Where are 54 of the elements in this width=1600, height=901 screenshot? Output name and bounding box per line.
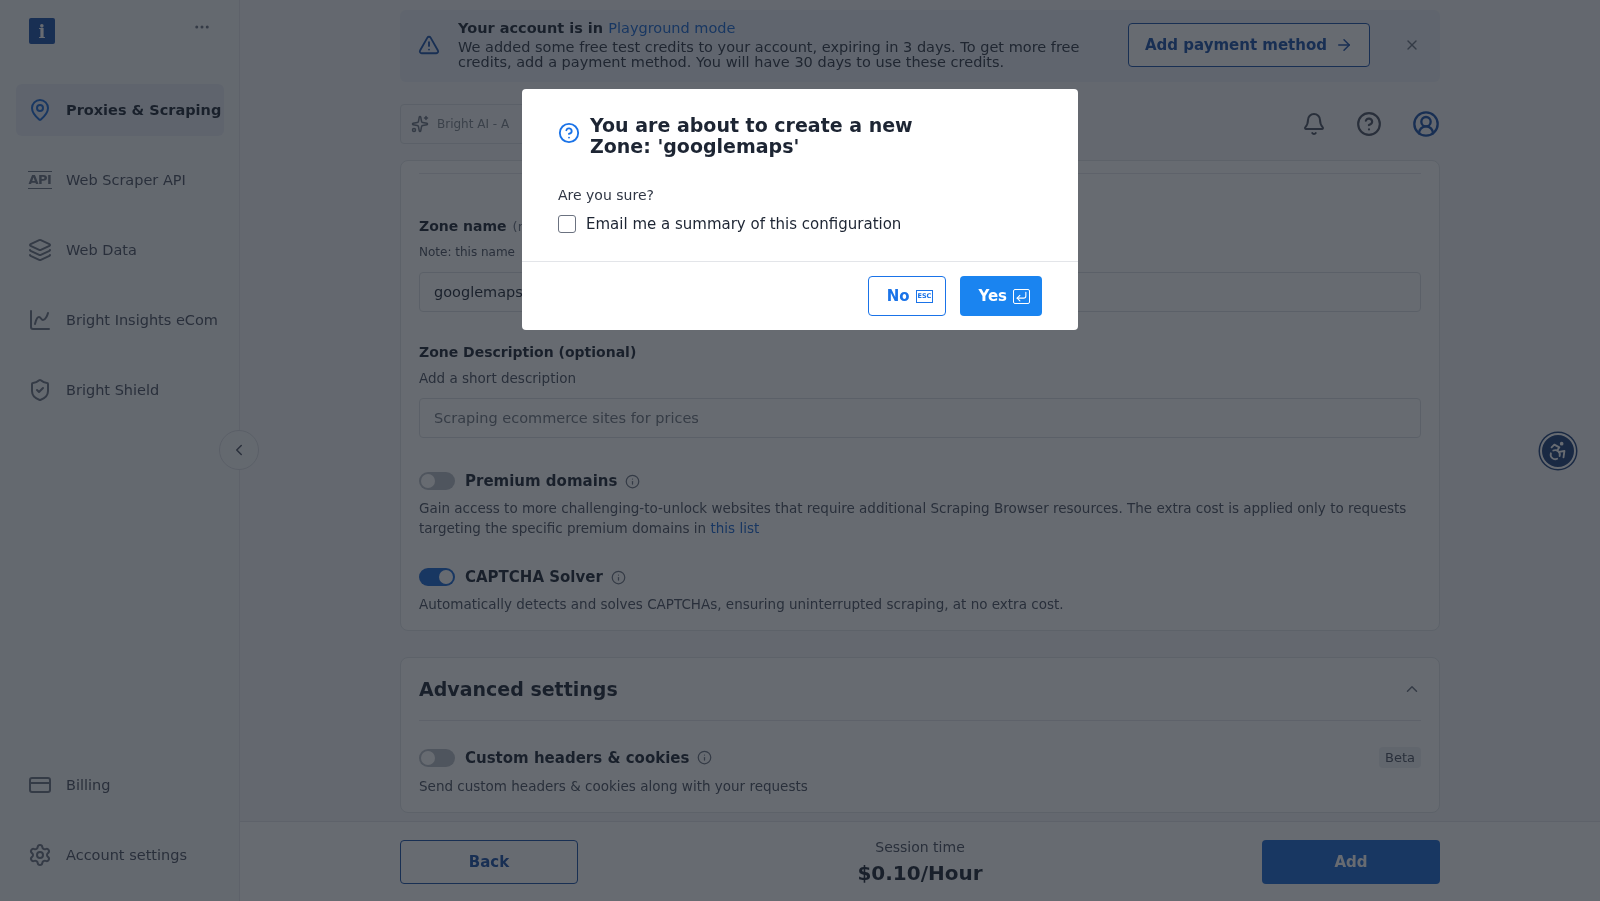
section-title: Advanced settings [419,678,618,700]
dialog-question: Are you sure? [558,187,655,203]
field-note: Note: this name [419,244,516,261]
toggle-label: CAPTCHA Solver [465,568,603,586]
settings-icon [28,843,52,867]
sidebar-item[interactable]: Billing [16,759,223,811]
this-list-link[interactable]: this list [710,520,760,536]
shield-icon [28,378,52,402]
info-icon[interactable] [697,750,713,765]
session-price: $0.10/Hour [857,860,983,885]
map-pin-icon [28,98,52,122]
info-icon[interactable] [610,569,626,585]
banner-title: Your account is in Playground mode [458,20,737,36]
add-button[interactable]: Add [1262,839,1440,884]
email-checkbox[interactable] [558,215,576,233]
toggle-switch[interactable] [419,472,455,490]
toggle-label: Premium domains [465,472,618,490]
notification-icon[interactable] [1302,112,1326,136]
warning-icon [418,34,440,56]
toggle-switch[interactable] [419,568,455,586]
toggle-description: Gain access to more challenging-to-unlock websites that require additional Scraping Browser resources. The extra cost is applied only to requests targeting the specific premium domains in this list [419,499,1408,538]
beta-badge: Beta [1379,747,1421,768]
toggle-description: Send custom headers & cookies along with your requests [419,777,809,796]
sparkles-icon [411,115,429,133]
logo[interactable]: i [29,18,55,44]
sidebar-item[interactable]: Bright Shield [16,364,223,416]
sidebar-item[interactable]: Bright Insights eCom [16,294,223,346]
dialog-title: You are about to create a new Zone: 'googlemaps' [590,115,914,157]
toggle-description: Automatically detects and solves CAPTCHAs, ensuring uninterrupted scraping, at no extra cost. [419,595,1065,614]
sidebar-item[interactable]: Proxies & Scraping [16,84,224,136]
user-avatar-icon[interactable] [1412,110,1440,138]
chart-icon [28,308,52,332]
back-button[interactable]: Back [400,839,578,884]
info-icon[interactable] [625,473,641,489]
layers-icon [28,238,52,262]
accessibility-button[interactable] [1540,433,1576,469]
banner-text: We added some free test credits to your account, expiring in 3 days. To get more free credits, add a payment method. You will have 30 days to use these credits. [458,40,1081,70]
sidebar-item[interactable]: Web Data [16,224,223,276]
playground-mode-link[interactable]: Playground mode [608,20,736,36]
field-label: Zone Description (optional) [419,344,637,360]
enter-key-icon [1013,288,1030,304]
toggle-label: Custom headers & cookies [465,748,690,767]
add-payment-method-button[interactable]: Add payment method [1127,23,1370,67]
question-icon [558,122,580,144]
yes-button[interactable]: Yes [960,276,1042,316]
help-icon[interactable] [1356,111,1382,137]
checkbox-label: Email me a summary of this configuration [586,215,902,233]
field-note: Add a short description [419,369,578,388]
toggle-switch[interactable] [419,748,455,767]
sidebar-item[interactable]: Account settings [16,829,223,881]
session-label: Session time [875,838,965,855]
collapse-button[interactable] [219,430,259,470]
arrow-right-icon [1335,36,1353,54]
field-label: Zone name [419,218,507,234]
